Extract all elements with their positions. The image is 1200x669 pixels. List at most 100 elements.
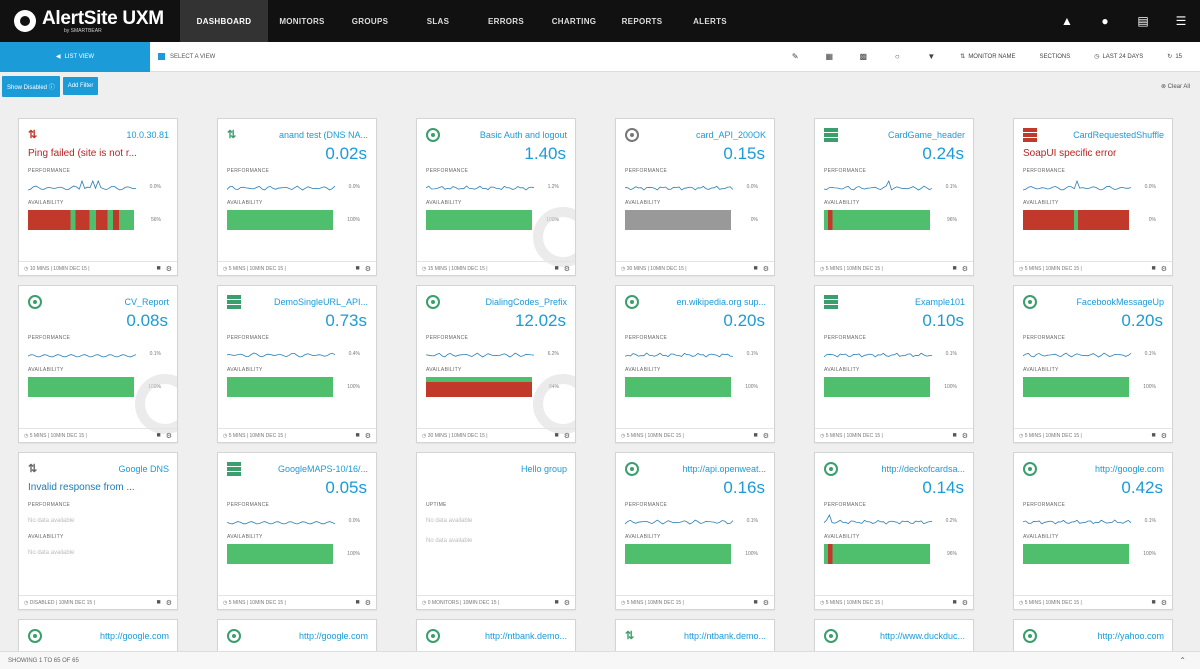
monitor-name[interactable]: http://deckofcardsa... xyxy=(881,464,965,474)
monitor-card[interactable]: ⇅ anand test (DNS NA... 0.02s PERFORMANCE 0.… xyxy=(217,118,377,276)
nav-groups[interactable]: GROUPS xyxy=(336,0,404,42)
gear-icon[interactable]: ⚙ xyxy=(166,599,172,607)
settings-icon[interactable]: ▤ xyxy=(1124,14,1162,28)
show-disabled-button[interactable]: Show Disabled ⓘ xyxy=(2,75,60,97)
gear-icon[interactable]: ⚙ xyxy=(1161,432,1167,440)
circle-icon[interactable]: ○ xyxy=(880,52,914,61)
monitor-card[interactable]: GoogleMAPS-10/16/... 0.05s PERFORMANCE 0.0%… xyxy=(217,452,377,610)
gear-icon[interactable]: ⚙ xyxy=(564,599,570,607)
gear-icon[interactable]: ⚙ xyxy=(365,599,371,607)
gear-icon[interactable]: ⚙ xyxy=(564,265,570,273)
monitor-name[interactable]: CV_Report xyxy=(124,297,169,307)
monitor-name[interactable]: card_API_200OK xyxy=(696,130,766,140)
gear-icon[interactable]: ⚙ xyxy=(1161,265,1167,273)
gear-icon[interactable]: ⚙ xyxy=(166,432,172,440)
refresh-button[interactable]: ↻ 15 xyxy=(1155,53,1200,61)
lock-icon[interactable]: ■ xyxy=(355,432,359,440)
menu-icon[interactable]: ☰ xyxy=(1162,14,1200,28)
gear-icon[interactable]: ⚙ xyxy=(564,432,570,440)
lock-icon[interactable]: ■ xyxy=(952,599,956,607)
monitor-card[interactable]: CardRequestedShuffle SoapUI specific erro… xyxy=(1013,118,1173,276)
gear-icon[interactable]: ⚙ xyxy=(962,432,968,440)
lock-icon[interactable]: ■ xyxy=(554,265,558,273)
monitor-name[interactable]: en.wikipedia.org sup... xyxy=(676,297,766,307)
monitor-card[interactable]: http://deckofcardsa... 0.14s PERFORMANCE 0.… xyxy=(814,452,974,610)
gear-icon[interactable]: ⚙ xyxy=(763,432,769,440)
lock-icon[interactable]: ■ xyxy=(554,432,558,440)
user-icon[interactable]: ● xyxy=(1086,14,1124,28)
select-view-dropdown[interactable]: SELECT A VIEW xyxy=(150,53,215,60)
tiles-icon[interactable]: ▦ xyxy=(812,52,846,61)
nav-alerts[interactable]: ALERTS xyxy=(676,0,744,42)
monitor-name[interactable]: 10.0.30.81 xyxy=(126,130,169,140)
monitor-name[interactable]: http://ntbank.demo... xyxy=(485,631,567,641)
filter-icon[interactable]: ▼ xyxy=(914,52,948,61)
gear-icon[interactable]: ⚙ xyxy=(763,599,769,607)
lock-icon[interactable]: ■ xyxy=(753,599,757,607)
notifications-icon[interactable]: ▲ xyxy=(1048,14,1086,28)
monitor-name[interactable]: Hello group xyxy=(521,464,567,474)
monitor-card[interactable]: DialingCodes_Prefix 12.02s PERFORMANCE 6.2%… xyxy=(416,285,576,443)
monitor-card[interactable]: Example101 0.10s PERFORMANCE 0.1% AVAILABILI… xyxy=(814,285,974,443)
monitor-card[interactable]: DemoSingleURL_API... 0.73s PERFORMANCE 0.4%… xyxy=(217,285,377,443)
lock-icon[interactable]: ■ xyxy=(355,265,359,273)
app-logo[interactable]: AlertSite UXM by SMARTBEAR xyxy=(0,0,180,42)
lock-icon[interactable]: ■ xyxy=(1151,265,1155,273)
lock-icon[interactable]: ■ xyxy=(156,432,160,440)
monitor-card[interactable]: CV_Report 0.08s PERFORMANCE 0.1% AVAILABILIT… xyxy=(18,285,178,443)
monitor-name[interactable]: DemoSingleURL_API... xyxy=(274,297,368,307)
monitor-name[interactable]: http://www.duckduc... xyxy=(880,631,965,641)
clear-all-button[interactable]: ⊗ Clear All xyxy=(1161,83,1190,90)
monitor-name[interactable]: DialingCodes_Prefix xyxy=(485,297,567,307)
time-range-button[interactable]: ◷ LAST 24 DAYS xyxy=(1082,53,1155,61)
gear-icon[interactable]: ⚙ xyxy=(365,432,371,440)
gear-icon[interactable]: ⚙ xyxy=(365,265,371,273)
monitor-name[interactable]: FacebookMessageUp xyxy=(1076,297,1164,307)
monitor-card[interactable]: en.wikipedia.org sup... 0.20s PERFORMANCE 0… xyxy=(615,285,775,443)
grid-icon[interactable]: ▩ xyxy=(846,52,880,61)
lock-icon[interactable]: ■ xyxy=(753,265,757,273)
monitor-card[interactable]: CardGame_header 0.24s PERFORMANCE 0.1% AVAIL… xyxy=(814,118,974,276)
monitor-name[interactable]: http://ntbank.demo... xyxy=(684,631,766,641)
monitor-card[interactable]: card_API_200OK 0.15s PERFORMANCE 0.0% AVAILA… xyxy=(615,118,775,276)
gear-icon[interactable]: ⚙ xyxy=(962,265,968,273)
sections-button[interactable]: SECTIONS xyxy=(1028,54,1083,60)
nav-slas[interactable]: SLAS xyxy=(404,0,472,42)
lock-icon[interactable]: ■ xyxy=(156,599,160,607)
lock-icon[interactable]: ■ xyxy=(156,265,160,273)
gear-icon[interactable]: ⚙ xyxy=(962,599,968,607)
edit-icon[interactable]: ✎ xyxy=(778,52,812,61)
monitor-name[interactable]: CardGame_header xyxy=(888,130,965,140)
monitor-card[interactable]: Hello group UPTIME No data available No dat… xyxy=(416,452,576,610)
monitor-name[interactable]: http://google.com xyxy=(299,631,368,641)
monitor-name[interactable]: http://google.com xyxy=(100,631,169,641)
monitor-name-sort[interactable]: ⇅ MONITOR NAME xyxy=(948,53,1027,61)
add-filter-button[interactable]: Add Filter xyxy=(62,77,99,95)
monitor-name[interactable]: GoogleMAPS-10/16/... xyxy=(278,464,368,474)
gear-icon[interactable]: ⚙ xyxy=(166,265,172,273)
nav-charting[interactable]: CHARTING xyxy=(540,0,608,42)
monitor-name[interactable]: Google DNS xyxy=(118,464,169,474)
lock-icon[interactable]: ■ xyxy=(554,599,558,607)
nav-reports[interactable]: REPORTS xyxy=(608,0,676,42)
monitor-name[interactable]: http://api.openweat... xyxy=(682,464,766,474)
lock-icon[interactable]: ■ xyxy=(952,265,956,273)
list-view-button[interactable]: ◀ LIST VIEW xyxy=(0,41,150,72)
lock-icon[interactable]: ■ xyxy=(1151,432,1155,440)
lock-icon[interactable]: ■ xyxy=(753,432,757,440)
monitor-name[interactable]: http://yahoo.com xyxy=(1097,631,1164,641)
monitor-name[interactable]: Example101 xyxy=(915,297,965,307)
lock-icon[interactable]: ■ xyxy=(1151,599,1155,607)
gear-icon[interactable]: ⚙ xyxy=(763,265,769,273)
lock-icon[interactable]: ■ xyxy=(952,432,956,440)
monitor-card[interactable]: http://google.com 0.42s PERFORMANCE 0.1% AVA… xyxy=(1013,452,1173,610)
monitor-card[interactable]: ⇅ Google DNS Invalid response from ... PERF… xyxy=(18,452,178,610)
monitor-card[interactable]: ⇅ 10.0.30.81 Ping failed (site is not r...… xyxy=(18,118,178,276)
monitor-name[interactable]: http://google.com xyxy=(1095,464,1164,474)
monitor-name[interactable]: anand test (DNS NA... xyxy=(279,130,368,140)
monitor-name[interactable]: Basic Auth and logout xyxy=(480,130,567,140)
scroll-up-icon[interactable]: ⌃ xyxy=(1179,656,1186,665)
gear-icon[interactable]: ⚙ xyxy=(1161,599,1167,607)
monitor-card[interactable]: Basic Auth and logout 1.40s PERFORMANCE 1.2… xyxy=(416,118,576,276)
nav-errors[interactable]: ERRORS xyxy=(472,0,540,42)
